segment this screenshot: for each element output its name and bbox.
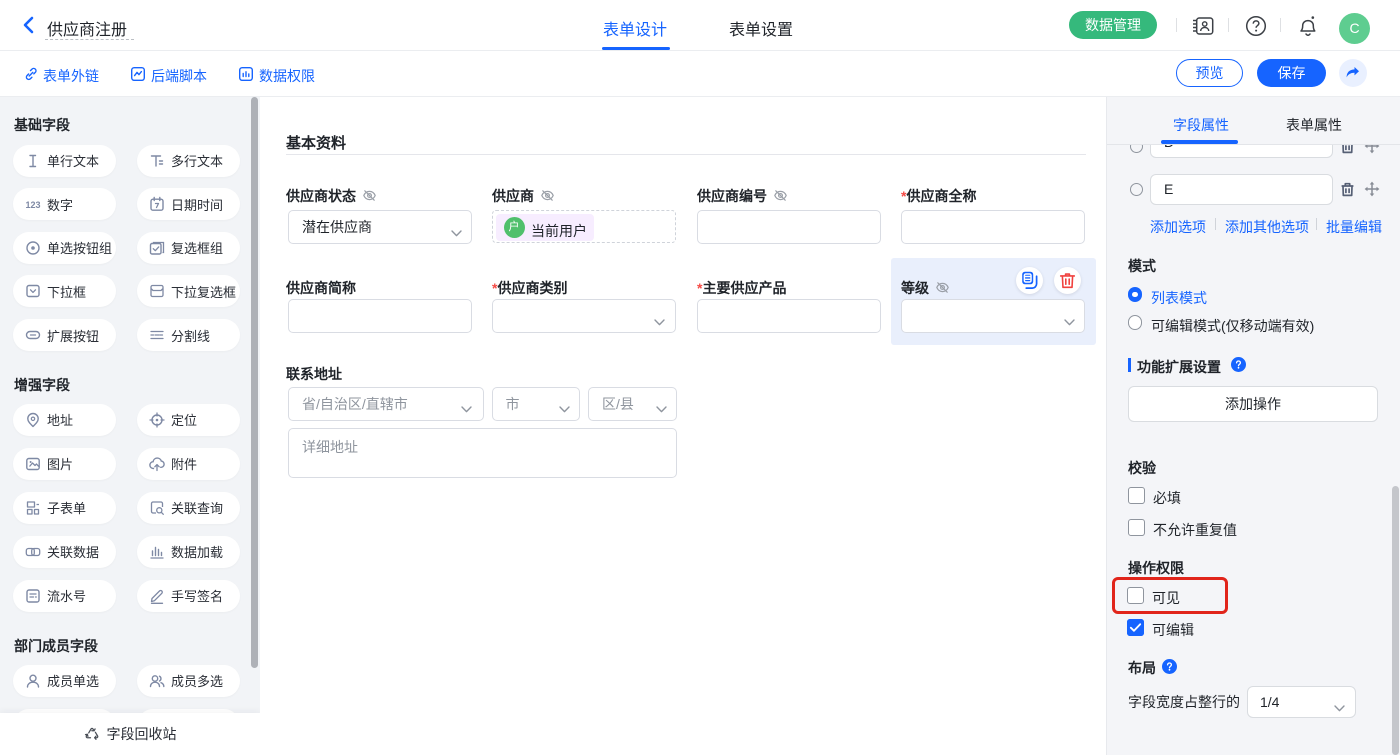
svg-text:123: 123 [25, 200, 40, 210]
